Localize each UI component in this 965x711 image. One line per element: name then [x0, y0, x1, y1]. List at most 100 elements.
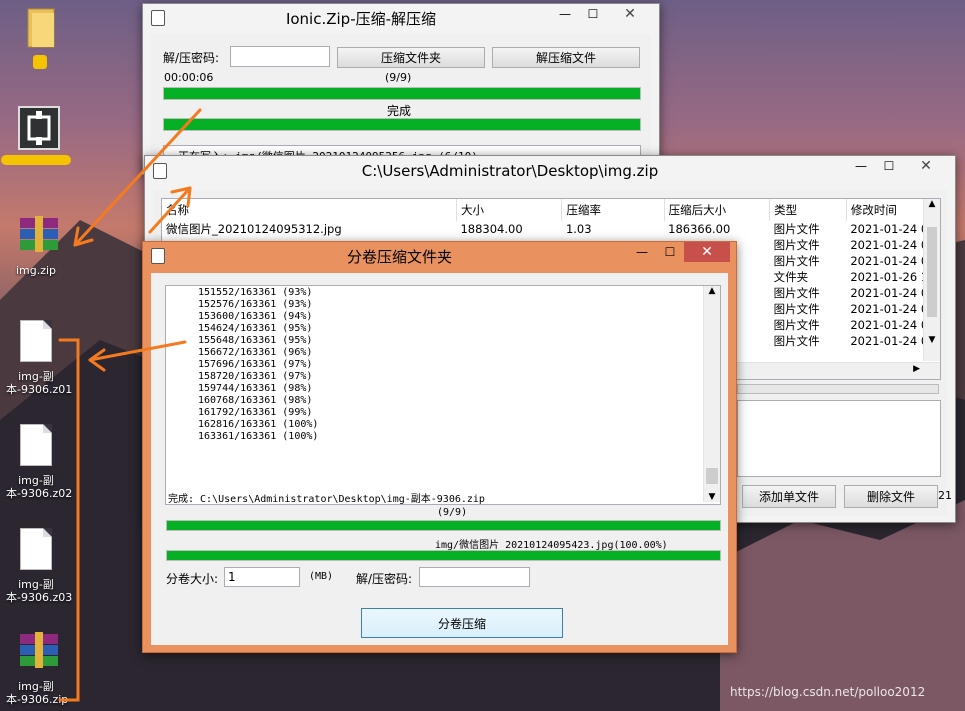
- extract-button[interactable]: 解压缩文件: [492, 47, 640, 68]
- zip-progress-bar: [737, 384, 939, 394]
- desktop-icon-label: img.zip: [15, 264, 57, 277]
- redaction-mark: [33, 55, 47, 69]
- file-count: (9/9): [437, 507, 468, 518]
- log-line: 158720/163361 (97%): [198, 371, 313, 382]
- volume-size-label: 分卷大小:: [166, 572, 219, 586]
- window-title: C:\Users\Administrator\Desktop\img.zip: [361, 162, 659, 180]
- volume-size-input[interactable]: 1: [224, 567, 300, 587]
- split-window-client: 151552/163361 (93%) 152576/163361 (93%) 15…: [151, 273, 728, 645]
- desktop-icon-label: img-副本-9306.z01: [6, 370, 73, 396]
- desktop-icon-img-zip[interactable]: img.zip: [6, 214, 66, 277]
- desktop-icon-z02[interactable]: img-副本-9306.z02: [6, 424, 73, 500]
- password-input[interactable]: [419, 567, 530, 587]
- done-line: 完成: C:\Users\Administrator\Desktop\img-副…: [168, 494, 485, 505]
- file-icon: [16, 424, 56, 470]
- main-window-client: 解/压密码: 压缩文件夹 解压缩文件 00:00:06 (9/9) 完成 正在写…: [151, 34, 651, 169]
- file-icon: [16, 320, 56, 366]
- table-cell: 图片文件: [773, 238, 820, 252]
- scroll-thumb[interactable]: [927, 227, 937, 317]
- column-header[interactable]: 名称: [162, 199, 457, 221]
- minimize-icon[interactable]: —: [847, 156, 875, 176]
- table-cell: 文件夹: [773, 270, 809, 284]
- close-icon[interactable]: ✕: [903, 156, 949, 176]
- split-window-titlebar[interactable]: 分卷压缩文件夹 — ☐ ✕: [143, 242, 736, 270]
- zip-window-titlebar[interactable]: C:\Users\Administrator\Desktop\img.zip —…: [145, 156, 955, 186]
- desktop-icon-label: img-副本-9306.z02: [6, 474, 73, 500]
- split-progress-bar-1: [166, 520, 721, 531]
- add-file-button[interactable]: 添加单文件: [742, 485, 836, 508]
- scroll-down-icon[interactable]: ▼: [704, 492, 720, 502]
- log-line: 151552/163361 (93%): [198, 287, 313, 298]
- current-file: img/微信图片_20210124095423.jpg(100.00%): [435, 540, 668, 551]
- log-line: 162816/163361 (100%): [198, 419, 319, 430]
- desktop-icon-z01[interactable]: img-副本-9306.z01: [6, 320, 73, 396]
- column-header[interactable]: 压缩后大小: [664, 199, 771, 221]
- elapsed-time: 00:00:06: [164, 71, 214, 84]
- log-line: 161792/163361 (99%): [198, 407, 313, 418]
- split-progress-bar-2: [166, 550, 721, 561]
- password-label: 解/压密码:: [163, 51, 220, 65]
- desktop-icon-folder[interactable]: [10, 5, 70, 69]
- desktop-icon-split-zip[interactable]: img-副本-9306.zip: [6, 630, 69, 706]
- column-header[interactable]: 类型: [769, 199, 847, 221]
- table-cell: 图片文件: [773, 334, 820, 348]
- desktop-icon-label: img-副本-9306.zip: [6, 680, 69, 706]
- scroll-thumb[interactable]: [706, 468, 718, 484]
- table-cell: 186366.00: [668, 222, 731, 236]
- main-progress-bar-2: [163, 118, 641, 131]
- vertical-scrollbar[interactable]: ▲ ▼: [703, 286, 720, 502]
- split-compress-button[interactable]: 分卷压缩: [361, 608, 563, 638]
- log-line: 159744/163361 (98%): [198, 383, 313, 394]
- table-cell: 图片文件: [773, 302, 820, 316]
- minimize-icon[interactable]: —: [551, 4, 579, 24]
- zip-log-box[interactable]: [737, 400, 941, 477]
- desktop-icon-app[interactable]: [1, 105, 71, 165]
- split-compress-window: 分卷压缩文件夹 — ☐ ✕ 151552/163361 (93%) 152576/…: [142, 241, 737, 653]
- log-line: 163361/163361 (100%): [198, 431, 319, 442]
- table-cell: 188304.00: [460, 222, 523, 236]
- redaction-mark: [1, 155, 71, 165]
- window-title: 分卷压缩文件夹: [346, 247, 452, 266]
- log-line: 156672/163361 (96%): [198, 347, 313, 358]
- column-header[interactable]: 大小: [456, 199, 563, 221]
- winrar-archive-icon: [16, 630, 58, 676]
- window-title: Ionic.Zip-压缩-解压缩: [285, 9, 437, 28]
- scroll-up-icon[interactable]: ▲: [924, 199, 940, 209]
- scroll-up-icon[interactable]: ▲: [704, 286, 720, 296]
- password-label: 解/压密码:: [356, 572, 413, 586]
- compress-folder-button[interactable]: 压缩文件夹: [337, 47, 485, 68]
- main-window-titlebar[interactable]: Ionic.Zip-压缩-解压缩 — ☐ ✕: [143, 4, 659, 32]
- table-cell: 微信图片_20210124095312.jpg: [166, 222, 342, 236]
- table-cell: 图片文件: [773, 286, 820, 300]
- column-header[interactable]: 压缩率: [561, 199, 665, 221]
- log-line: 154624/163361 (95%): [198, 323, 313, 334]
- desktop-icon-z03[interactable]: img-副本-9306.z03: [6, 528, 72, 604]
- vertical-scrollbar[interactable]: ▲ ▼: [923, 199, 940, 361]
- window-icon: [151, 248, 165, 264]
- maximize-icon[interactable]: ☐: [656, 242, 684, 262]
- delete-file-button[interactable]: 删除文件: [844, 485, 938, 508]
- folder-icon: [20, 5, 60, 51]
- status-text: 完成: [387, 104, 412, 118]
- split-log-box[interactable]: 151552/163361 (93%) 152576/163361 (93%) 15…: [165, 285, 721, 505]
- file-icon: [16, 528, 56, 574]
- close-icon[interactable]: ✕: [684, 242, 730, 262]
- password-input[interactable]: [230, 46, 330, 67]
- log-line: 157696/163361 (97%): [198, 359, 313, 370]
- minimize-icon[interactable]: —: [628, 242, 656, 262]
- app-icon: [16, 105, 60, 151]
- close-icon[interactable]: ✕: [607, 4, 653, 24]
- main-window: Ionic.Zip-压缩-解压缩 — ☐ ✕ 解/压密码: 压缩文件夹 解压缩文…: [142, 3, 660, 175]
- side-number: 21: [938, 489, 952, 502]
- scroll-right-icon[interactable]: ▶: [913, 364, 920, 374]
- unit-label: (MB): [309, 571, 334, 582]
- table-cell: 图片文件: [773, 222, 820, 236]
- maximize-icon[interactable]: ☐: [579, 4, 607, 24]
- log-line: 155648/163361 (95%): [198, 335, 313, 346]
- table-cell: 图片文件: [773, 318, 820, 332]
- table-row[interactable]: 微信图片_20210124095312.jpg 188304.00 1.03 1863…: [162, 221, 940, 237]
- scroll-down-icon[interactable]: ▼: [924, 335, 940, 345]
- maximize-icon[interactable]: ☐: [875, 156, 903, 176]
- table-cell: 图片文件: [773, 254, 820, 268]
- watermark: https://blog.csdn.net/polloo2012: [730, 685, 926, 699]
